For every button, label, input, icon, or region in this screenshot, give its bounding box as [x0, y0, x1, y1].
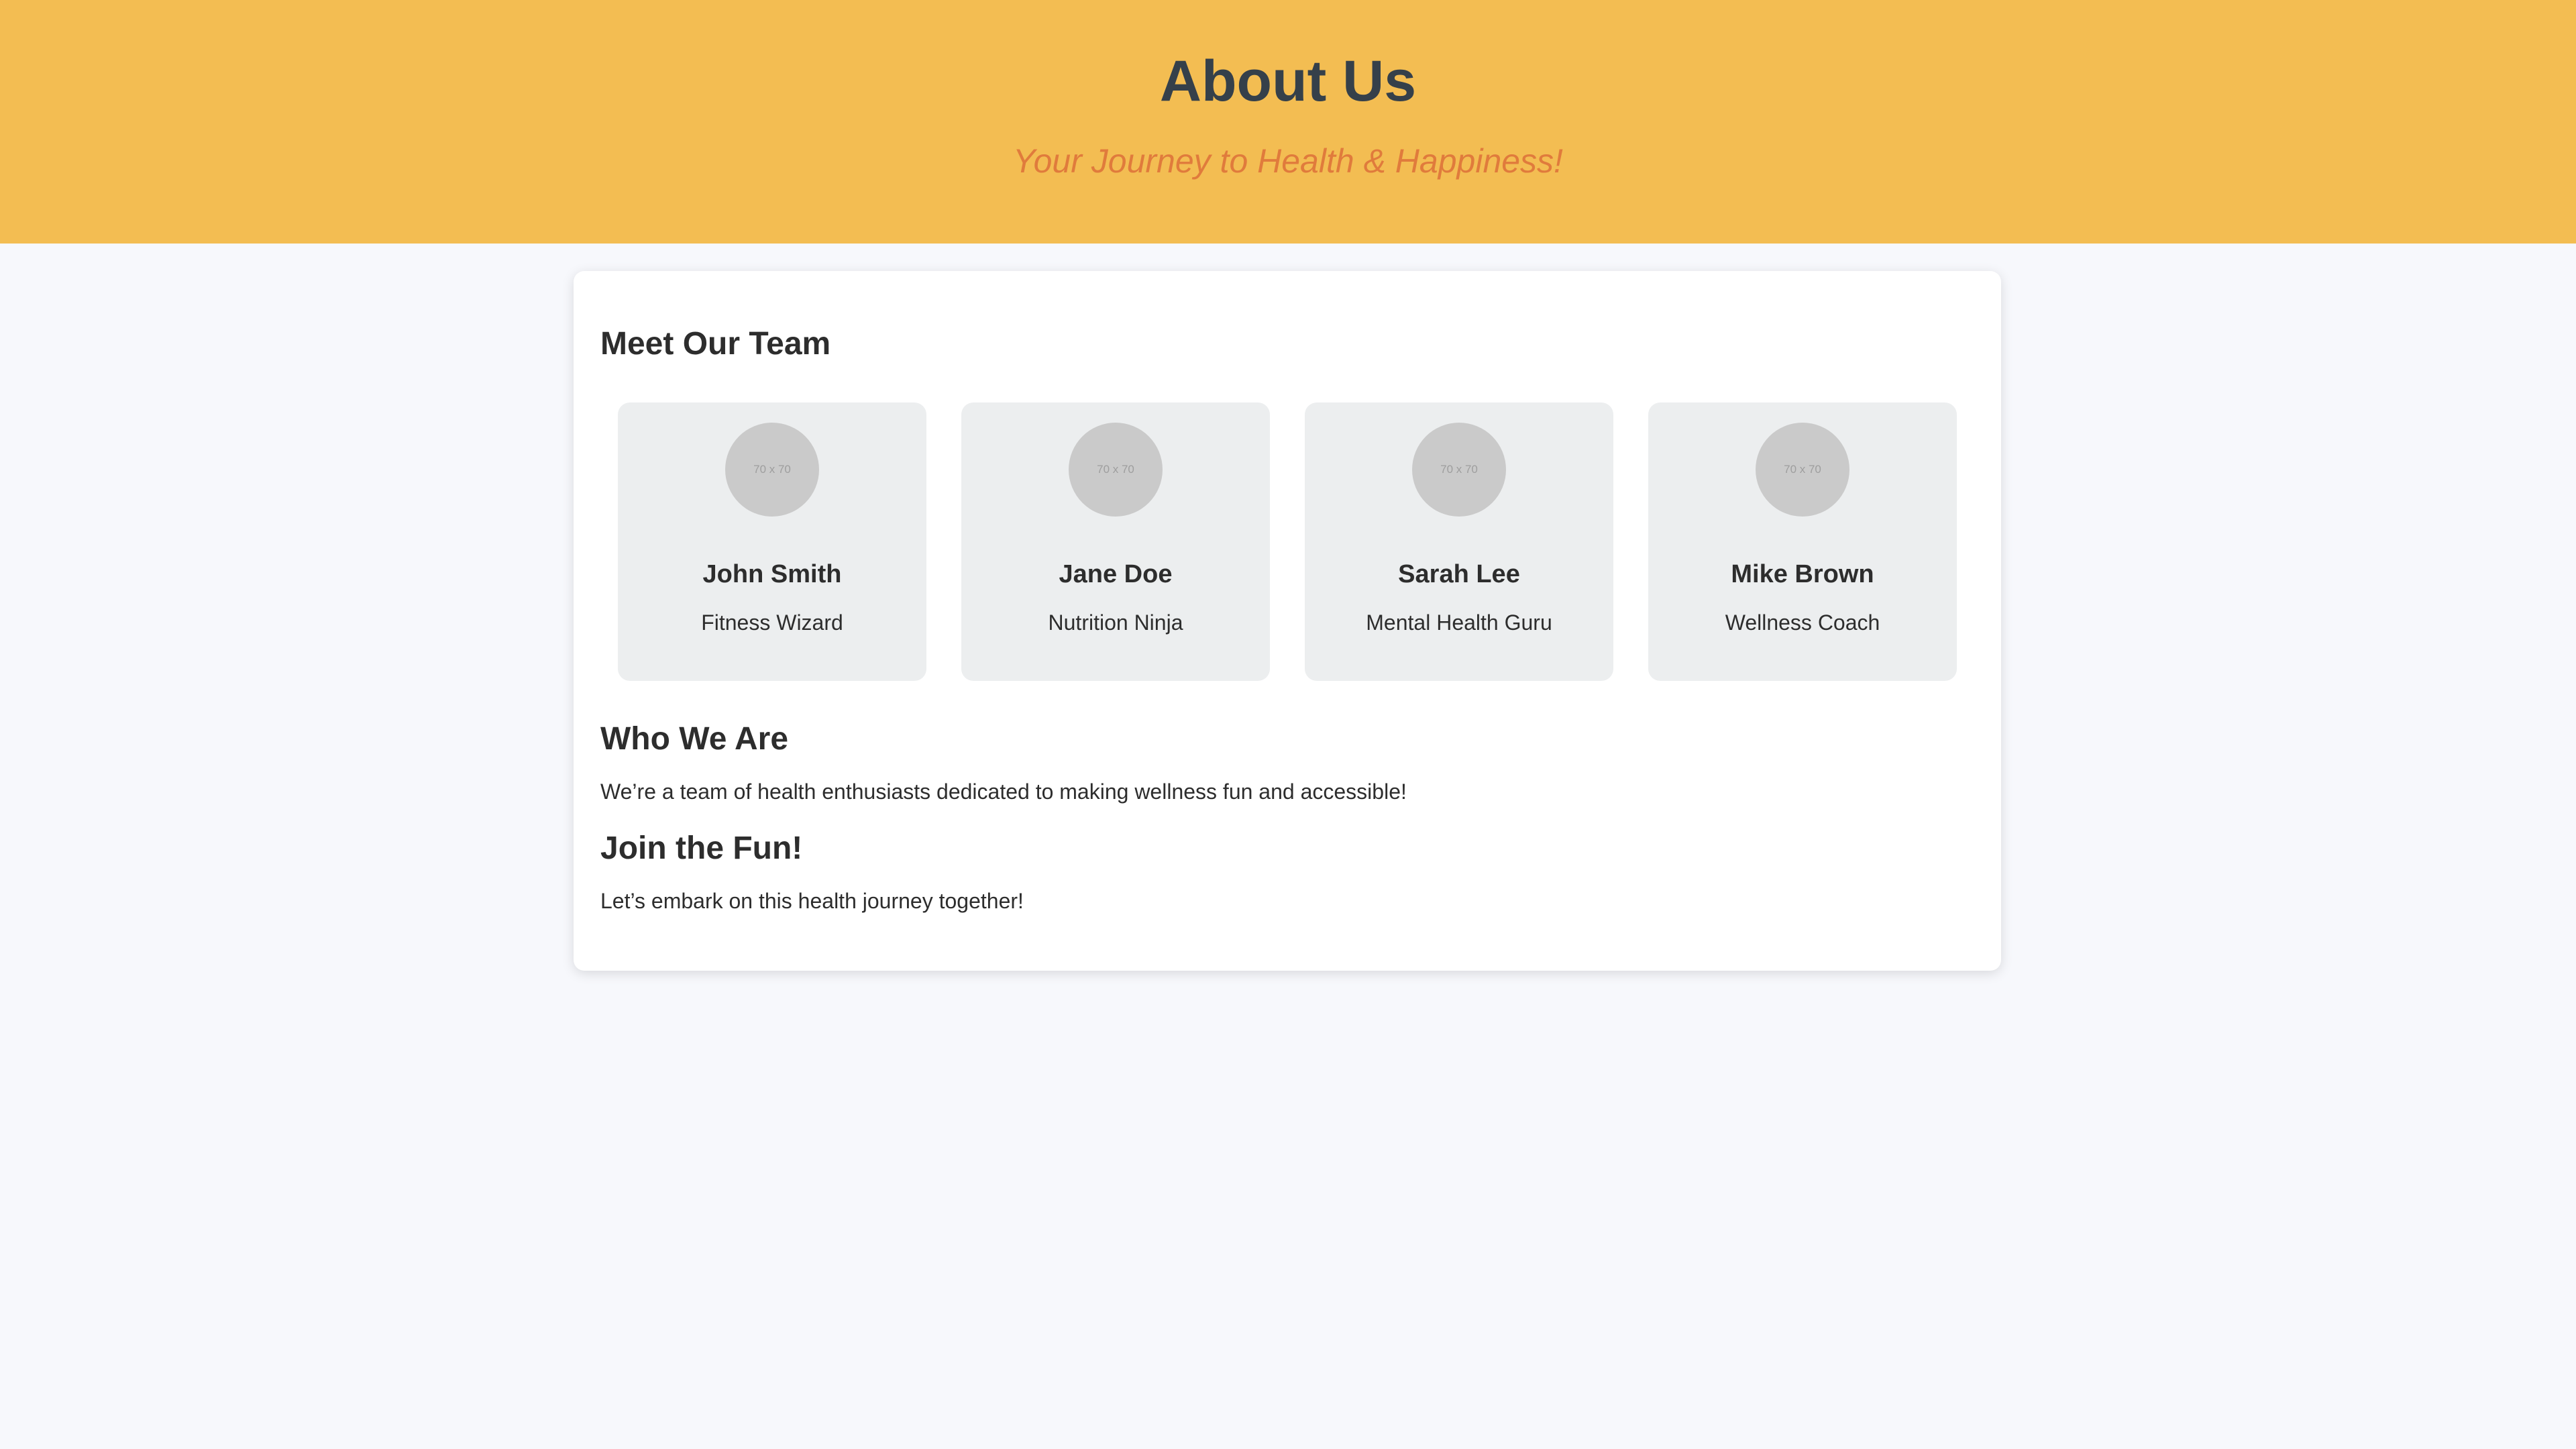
team-member-card: 70 x 70 Sarah Lee Mental Health Guru	[1305, 402, 1613, 681]
who-we-are-heading: Who We Are	[600, 720, 789, 757]
content-card: Meet Our Team 70 x 70 John Smith Fitness…	[574, 271, 2001, 971]
team-member-card: 70 x 70 Jane Doe Nutrition Ninja	[961, 402, 1270, 681]
team-grid: 70 x 70 John Smith Fitness Wizard 70 x 7…	[618, 402, 1957, 681]
avatar-placeholder-image: 70 x 70	[1756, 422, 1849, 517]
avatar-placeholder-image: 70 x 70	[1069, 422, 1163, 517]
avatar-placeholder-image: 70 x 70	[725, 422, 819, 517]
member-name: Jane Doe	[1059, 559, 1173, 588]
member-role: Fitness Wizard	[701, 610, 843, 635]
member-name: Mike Brown	[1731, 559, 1874, 588]
page-tagline: Your Journey to Health & Happiness!	[1013, 142, 1563, 180]
member-name: John Smith	[702, 559, 842, 588]
page-header: About Us Your Journey to Health & Happin…	[0, 0, 2576, 244]
page-title: About Us	[1159, 49, 1417, 113]
member-role: Mental Health Guru	[1366, 610, 1552, 635]
member-role: Wellness Coach	[1725, 610, 1880, 635]
join-heading: Join the Fun!	[600, 830, 803, 866]
join-text: Let’s embark on this health journey toge…	[600, 889, 1024, 914]
team-member-card: 70 x 70 Mike Brown Wellness Coach	[1648, 402, 1957, 681]
team-member-card: 70 x 70 John Smith Fitness Wizard	[618, 402, 926, 681]
who-we-are-text: We’re a team of health enthusiasts dedic…	[600, 780, 1407, 804]
member-name: Sarah Lee	[1398, 559, 1520, 588]
team-heading: Meet Our Team	[600, 326, 831, 362]
avatar-placeholder-image: 70 x 70	[1412, 422, 1506, 517]
member-role: Nutrition Ninja	[1048, 610, 1183, 635]
